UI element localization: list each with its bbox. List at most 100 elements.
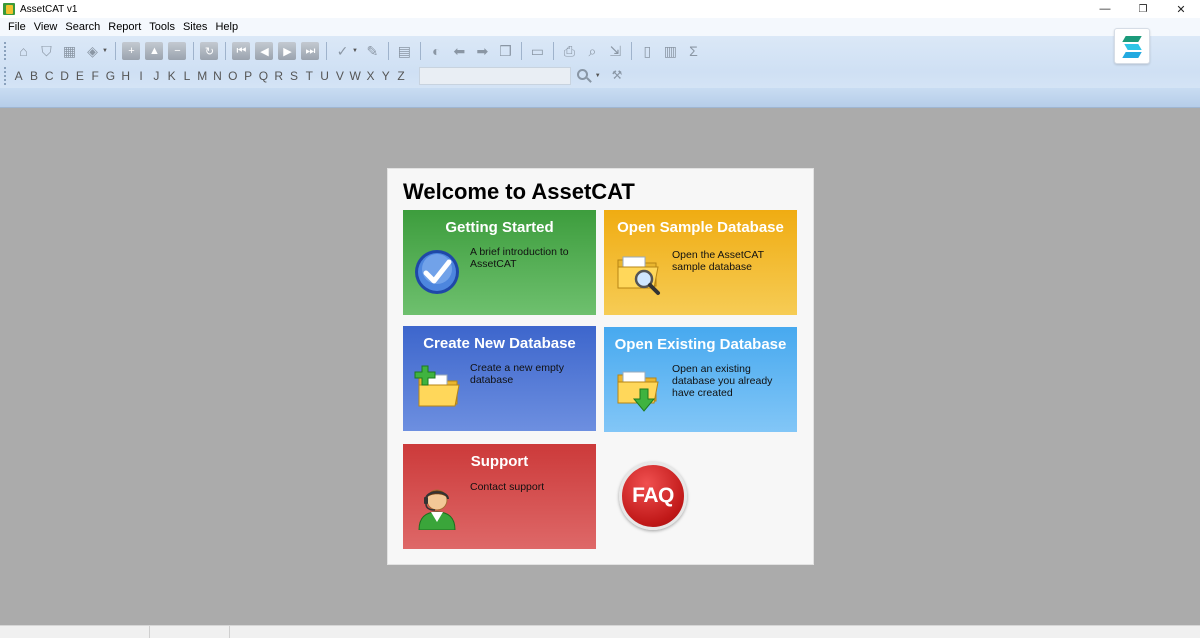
faq-button[interactable]: FAQ [619,462,687,530]
minimize-button[interactable]: — [1086,0,1124,18]
status-panel-1 [0,626,150,638]
menu-sites[interactable]: Sites [179,21,211,33]
welcome-title: Welcome to AssetCAT [403,179,635,204]
alpha-filter-h[interactable]: H [118,69,133,83]
tile-description: Open an existing database you already ha… [672,363,773,399]
sigma-icon[interactable]: Σ [684,42,702,60]
support-agent-icon [413,482,461,531]
alpha-filter-n[interactable]: N [210,69,225,83]
toolbar-grip[interactable] [4,67,7,85]
alpha-filter-v[interactable]: V [332,69,347,83]
close-button[interactable]: ✕ [1162,0,1200,18]
filter-wand-icon[interactable]: ⚒ [612,68,628,84]
menu-search[interactable]: Search [61,21,104,33]
export-icon[interactable]: ⇲ [606,42,624,60]
alpha-filter-a[interactable]: A [11,69,26,83]
checkmark-icon [413,248,461,296]
check-icon[interactable]: ✓ [333,42,351,60]
search-input[interactable] [418,67,571,85]
open-existing-database-tile[interactable]: Open Existing Database Open an existing … [604,327,797,432]
alpha-filter-k[interactable]: K [164,69,179,83]
up-icon[interactable]: ▲ [145,42,164,60]
restore-button[interactable]: ❐ [1124,0,1162,18]
chevron-down-icon[interactable]: ▼ [595,73,601,79]
edit-icon[interactable]: ✎ [363,42,381,60]
shield-icon[interactable]: ⛉ [38,42,56,60]
alpha-filter-p[interactable]: P [240,69,255,83]
toolbar-separator [114,42,116,60]
tile-description: Create a new empty database [470,362,564,386]
app-icon [3,3,15,15]
windows-icon[interactable]: ❒ [496,42,514,60]
add-icon[interactable]: + [122,42,141,60]
folder-open-icon [614,365,662,413]
alpha-filter-j[interactable]: J [149,69,164,83]
grid-icon[interactable]: ▦ [61,42,79,60]
alpha-filter-b[interactable]: B [26,69,41,83]
remove-icon[interactable]: − [168,42,187,60]
forward-arrow-icon[interactable]: ➡ [473,42,491,60]
alpha-filter-g[interactable]: G [103,69,118,83]
document-icon[interactable]: ▭ [528,42,546,60]
next-record-icon[interactable]: ▶ [278,42,297,60]
alpha-filter-m[interactable]: M [195,69,210,83]
tile-description: Open the AssetCAT sample database [672,249,764,273]
folder-search-icon [614,248,662,296]
welcome-panel: Welcome to AssetCAT Getting Started A br… [387,168,814,565]
search-icon[interactable] [575,67,593,85]
toolbar-separator [419,42,421,60]
create-new-database-tile[interactable]: Create New Database Create a new empty d… [403,326,596,431]
alpha-filter-f[interactable]: F [87,69,102,83]
alpha-filter-x[interactable]: X [363,69,378,83]
report-icon[interactable]: ▯ [638,42,656,60]
toolbar-grip[interactable] [4,42,7,60]
print-icon[interactable]: ⎙ [560,42,578,60]
chevron-down-icon[interactable]: ▼ [352,48,358,54]
chevron-down-icon[interactable]: ▼ [102,48,108,54]
alpha-filter-q[interactable]: Q [256,69,271,83]
menu-bar: File View Search Report Tools Sites Help [0,18,1200,36]
tag-icon[interactable]: ◈ [84,42,102,60]
previous-record-icon[interactable]: ◀ [255,42,274,60]
main-toolbar: ⌂ ⛉ ▦ ◈ ▼ + ▲ − ↻ ⏮ ◀ ▶ ⏭ ✓ ▼ ✎ ▤ ◐ ⬅ ➡ … [0,40,705,62]
print-preview-icon[interactable]: ⌕ [583,42,601,60]
home-icon[interactable]: ⌂ [15,42,33,60]
getting-started-tile[interactable]: Getting Started A brief introduction to … [403,210,596,315]
alpha-filter-s[interactable]: S [286,69,301,83]
alpha-filter-e[interactable]: E [72,69,87,83]
tile-title: Create New Database [423,335,576,352]
menu-report[interactable]: Report [104,21,145,33]
alpha-filter-i[interactable]: I [133,69,148,83]
brand-logo [1114,28,1150,64]
alpha-filter-o[interactable]: O [225,69,240,83]
table-icon[interactable]: ▤ [395,42,413,60]
toolbar-separator [552,42,554,60]
alpha-filter-y[interactable]: Y [378,69,393,83]
alpha-filter-t[interactable]: T [302,69,317,83]
toolbar-separator [192,42,194,60]
alpha-filter-z[interactable]: Z [393,69,408,83]
alphabet-toolbar: A B C D E F G H I J K L M N O P Q R S T … [0,66,628,86]
alpha-filter-l[interactable]: L [179,69,194,83]
refresh-icon[interactable]: ↻ [200,42,219,60]
menu-file[interactable]: File [4,21,30,33]
last-record-icon[interactable]: ⏭ [301,42,320,60]
menu-help[interactable]: Help [211,21,242,33]
first-record-icon[interactable]: ⏮ [232,42,251,60]
menu-view[interactable]: View [30,21,62,33]
alpha-filter-u[interactable]: U [317,69,332,83]
toolbar-separator [387,42,389,60]
chart-icon[interactable]: ▥ [661,42,679,60]
support-tile[interactable]: Support Contact support [403,444,596,549]
alpha-filter-c[interactable]: C [42,69,57,83]
open-sample-database-tile[interactable]: Open Sample Database Open the AssetCAT s… [604,210,797,315]
back-arrow-icon[interactable]: ⬅ [450,42,468,60]
menu-tools[interactable]: Tools [145,21,179,33]
alpha-filter-w[interactable]: W [348,69,363,83]
window-title: AssetCAT v1 [20,3,78,15]
toolbar-separator [224,42,226,60]
tile-title: Open Existing Database [614,336,787,353]
alpha-filter-r[interactable]: R [271,69,286,83]
eye-icon[interactable]: ◐ [427,42,445,60]
alpha-filter-d[interactable]: D [57,69,72,83]
